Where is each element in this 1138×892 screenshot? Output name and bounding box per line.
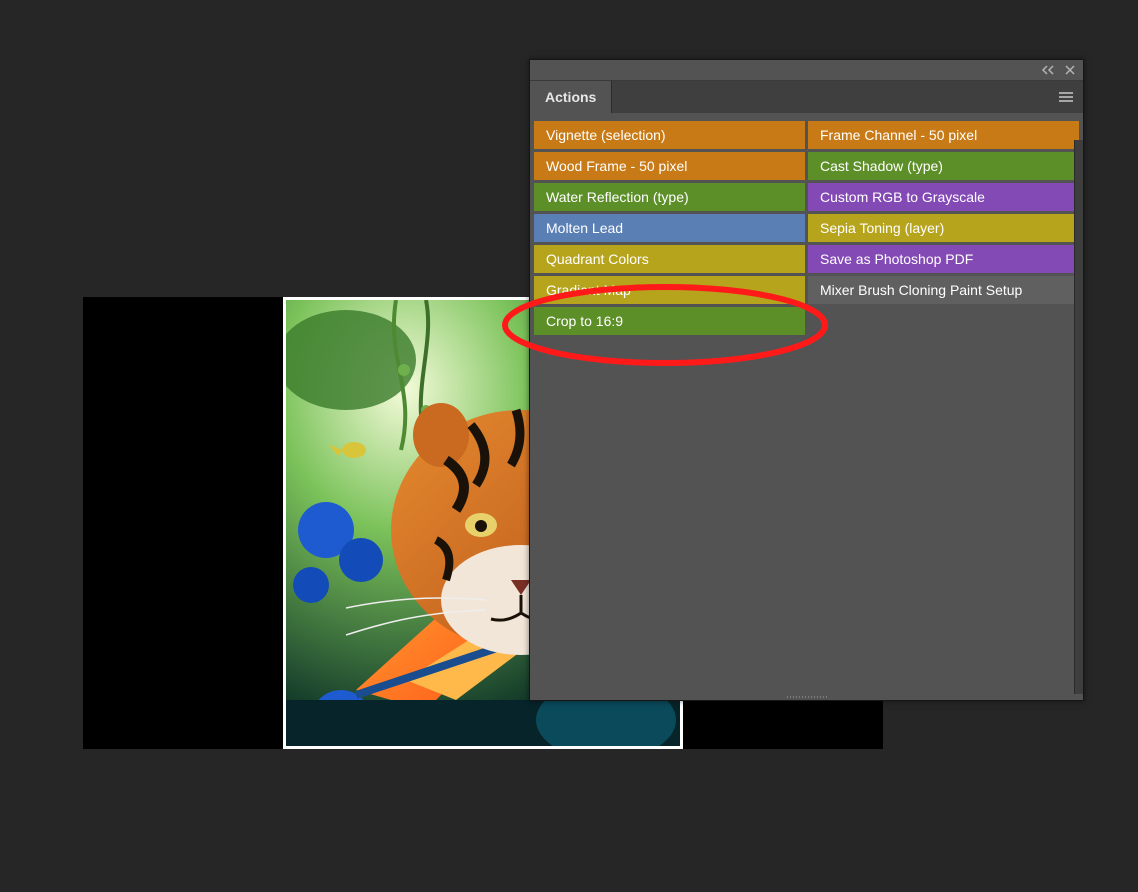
action-button[interactable]: Sepia Toning (layer) [808,214,1079,242]
action-button[interactable]: Wood Frame - 50 pixel [534,152,805,180]
action-button[interactable]: Vignette (selection) [534,121,805,149]
action-button[interactable]: Cast Shadow (type) [808,152,1079,180]
panel-menu-icon[interactable] [1055,81,1077,113]
action-button[interactable]: Mixer Brush Cloning Paint Setup [808,276,1079,304]
action-button[interactable]: Save as Photoshop PDF [808,245,1079,273]
panel-tabs: Actions [530,81,1083,113]
panel-titlebar[interactable] [530,60,1083,81]
action-button[interactable]: Molten Lead [534,214,805,242]
panel-scrollbar[interactable] [1074,140,1083,694]
tab-actions[interactable]: Actions [530,81,612,113]
actions-body: Vignette (selection)Frame Channel - 50 p… [530,113,1083,694]
collapse-icon[interactable] [1041,63,1055,77]
action-button[interactable]: Gradient Map [534,276,805,304]
panel-resize-handle[interactable] [530,694,1083,700]
action-button[interactable]: Water Reflection (type) [534,183,805,211]
action-button[interactable]: Crop to 16:9 [534,307,805,335]
action-button[interactable]: Quadrant Colors [534,245,805,273]
action-button[interactable]: Frame Channel - 50 pixel [808,121,1079,149]
action-button[interactable]: Custom RGB to Grayscale [808,183,1079,211]
actions-panel[interactable]: Actions Vignette (selection)Frame Channe… [529,59,1084,701]
close-icon[interactable] [1063,63,1077,77]
